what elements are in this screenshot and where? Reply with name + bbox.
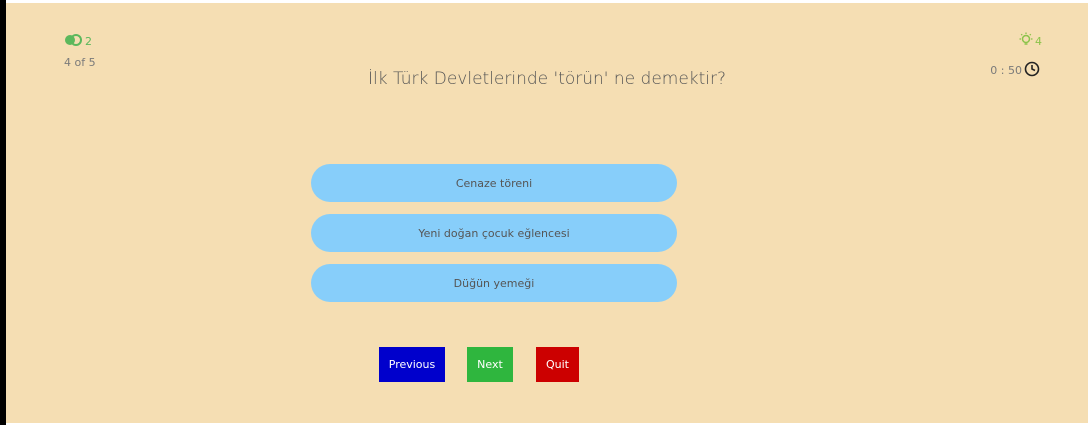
answer-option-1[interactable]: Cenaze töreni: [311, 164, 677, 202]
quiz-panel: 2 4 of 5 4 0 : 50 İlk Türk Devletlerinde…: [6, 3, 1088, 423]
fifty-fifty-icon: [64, 34, 82, 49]
question-counter: 4 of 5: [64, 56, 96, 69]
hints-lifeline[interactable]: 4: [1018, 32, 1042, 51]
quit-button[interactable]: Quit: [536, 347, 579, 382]
answer-option-2[interactable]: Yeni doğan çocuk eğlencesi: [311, 214, 677, 252]
fifty-fifty-count: 2: [85, 35, 92, 48]
fifty-fifty-lifeline[interactable]: 2: [64, 34, 92, 49]
answer-option-3[interactable]: Düğün yemeği: [311, 264, 677, 302]
app-frame: 2 4 of 5 4 0 : 50 İlk Türk Devletlerinde…: [0, 0, 1091, 425]
next-button[interactable]: Next: [467, 347, 513, 382]
lightbulb-icon: [1018, 32, 1034, 51]
previous-button[interactable]: Previous: [379, 347, 445, 382]
question-text: İlk Türk Devletlerinde 'törün' ne demekt…: [367, 69, 727, 89]
hints-count: 4: [1035, 35, 1042, 48]
